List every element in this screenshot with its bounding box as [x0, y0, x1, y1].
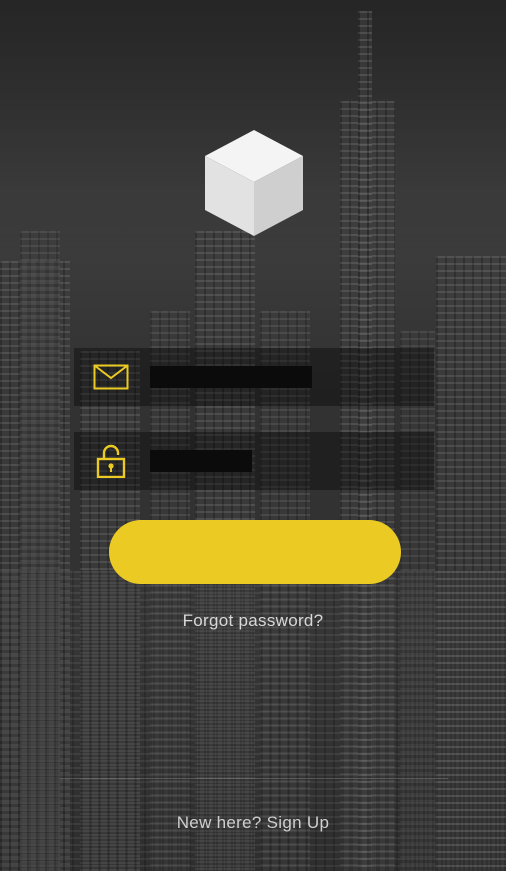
email-field	[74, 348, 434, 406]
sign-up-link[interactable]: New here? Sign Up	[0, 813, 506, 833]
login-button[interactable]	[109, 520, 401, 584]
padlock-icon	[74, 432, 148, 490]
envelope-icon	[74, 348, 148, 406]
password-field	[74, 432, 434, 490]
divider	[60, 778, 448, 779]
white-cube-icon	[205, 130, 303, 236]
email-input[interactable]	[150, 366, 312, 388]
login-screen: Forgot password? New here? Sign Up	[0, 0, 506, 871]
password-input[interactable]	[150, 450, 252, 472]
forgot-password-link[interactable]: Forgot password?	[0, 611, 506, 631]
